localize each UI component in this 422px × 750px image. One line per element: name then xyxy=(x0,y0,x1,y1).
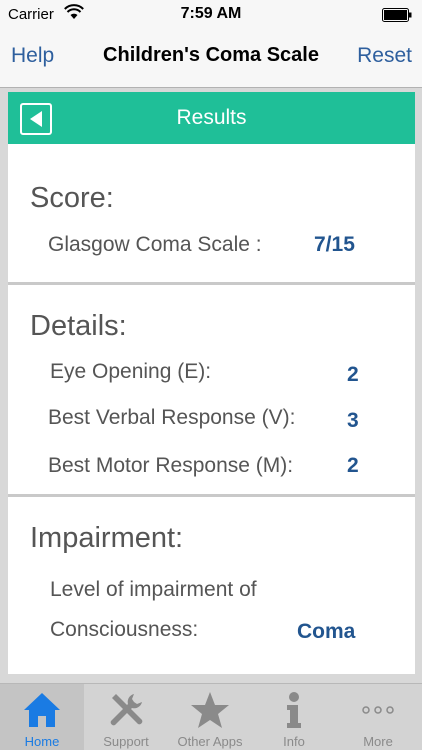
status-time: 7:59 AM xyxy=(180,5,242,22)
star-icon xyxy=(191,692,229,728)
section-divider xyxy=(8,494,415,497)
results-header: Results xyxy=(8,92,415,144)
tab-support-label: Support xyxy=(103,734,149,749)
home-icon xyxy=(24,693,60,727)
more-icon xyxy=(362,706,394,714)
eye-opening-value: 2 xyxy=(347,363,359,386)
status-bar: Carrier 7:59 AM xyxy=(0,0,422,30)
tab-other-apps[interactable]: Other Apps xyxy=(168,684,252,750)
verbal-response-label: Best Verbal Response (V): xyxy=(48,406,296,429)
score-heading: Score: xyxy=(30,182,114,214)
impairment-value: Coma xyxy=(297,620,356,643)
eye-opening-label: Eye Opening (E): xyxy=(50,360,212,383)
tab-more-label: More xyxy=(363,734,393,749)
reset-button[interactable]: Reset xyxy=(357,44,412,68)
tab-more[interactable]: More xyxy=(336,684,420,750)
impairment-label-line1: Level of impairment of xyxy=(50,578,257,601)
motor-response-label: Best Motor Response (M): xyxy=(48,454,294,477)
navigation-bar: Help Children's Coma Scale Reset xyxy=(0,30,422,88)
tab-home-label: Home xyxy=(24,734,60,749)
tools-icon xyxy=(110,694,143,726)
results-panel: Results Score: Glasgow Coma Scale : 7/15… xyxy=(8,92,415,674)
impairment-label-line2: Consciousness: xyxy=(50,618,199,641)
battery-icon xyxy=(382,8,412,22)
results-title: Results xyxy=(176,106,247,129)
tab-info[interactable]: Info xyxy=(252,684,336,750)
gcs-label: Glasgow Coma Scale : xyxy=(48,233,262,256)
impairment-heading: Impairment: xyxy=(30,522,184,554)
info-icon xyxy=(287,692,301,728)
tab-other-apps-label: Other Apps xyxy=(177,734,243,749)
tab-info-label: Info xyxy=(283,734,305,749)
verbal-response-value: 3 xyxy=(347,409,359,432)
tab-home[interactable]: Home xyxy=(0,684,84,750)
details-heading: Details: xyxy=(30,310,127,342)
tab-bar: Home Support Other Apps Info More xyxy=(0,683,422,750)
gcs-value: 7/15 xyxy=(314,233,355,256)
section-divider xyxy=(8,282,415,285)
tab-support[interactable]: Support xyxy=(84,684,168,750)
motor-response-value: 2 xyxy=(347,454,359,477)
app-screen: Carrier 7:59 AM Help Children's Coma Sca… xyxy=(0,0,422,750)
